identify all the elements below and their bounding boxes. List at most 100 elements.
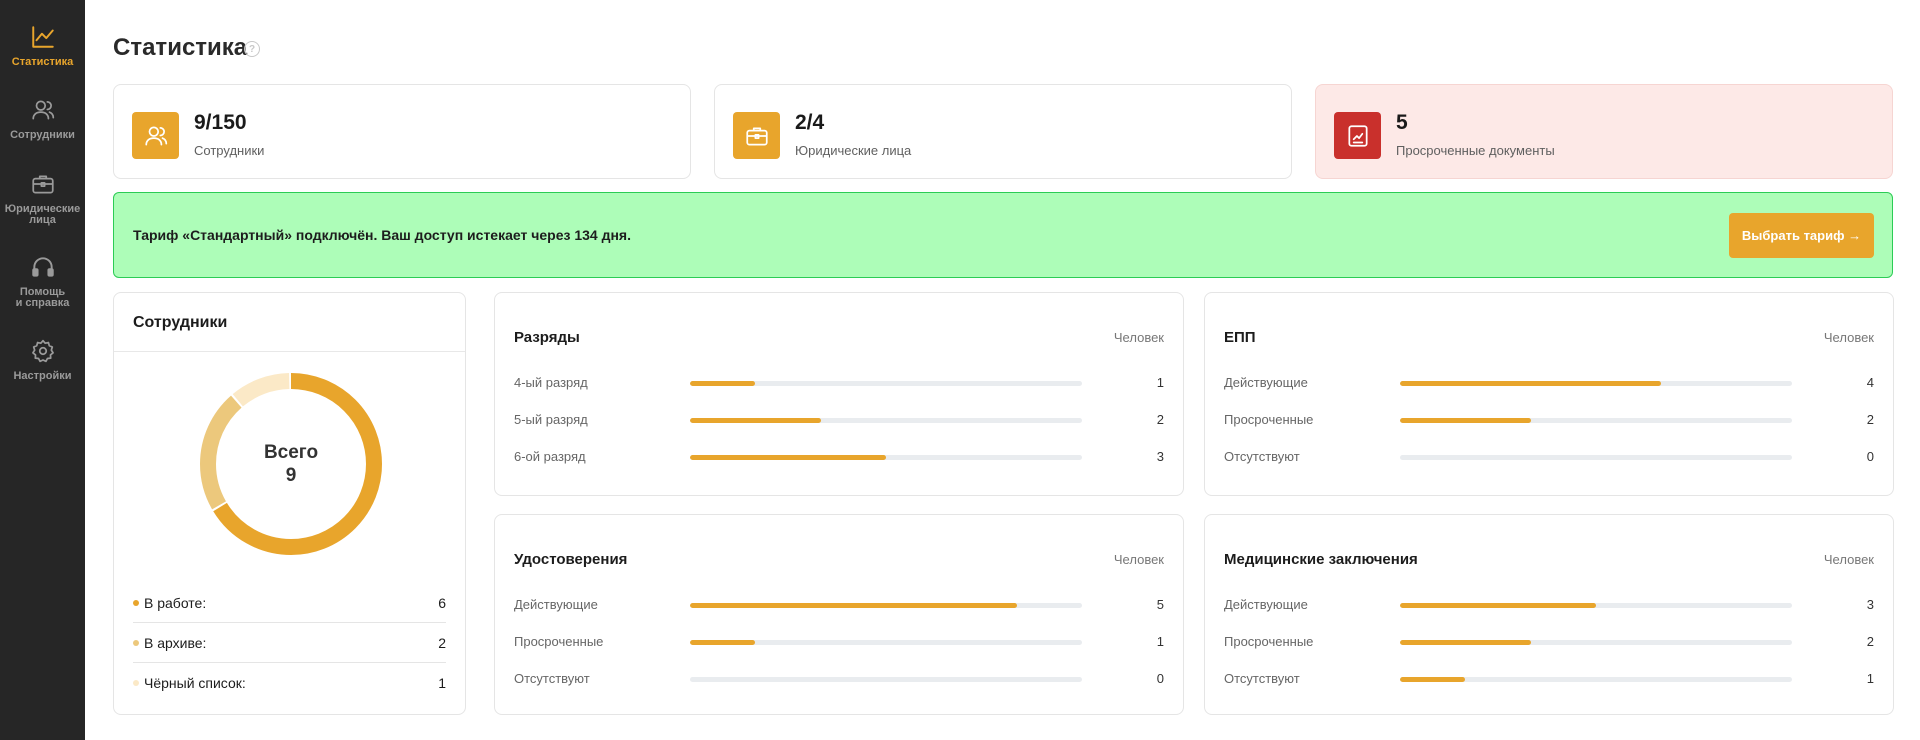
sidebar-item-legal-entities[interactable]: Юридические лица [0,171,85,226]
progress-bar-fill [690,455,886,460]
bar-label: Отсутствуют [1224,449,1300,464]
briefcase-icon [733,112,780,159]
card-unit: Человек [1113,330,1164,345]
progress-bar [1400,418,1792,423]
card-title: Удостоверения [514,551,628,568]
legend-dot [133,599,139,606]
legend-row: В архиве: 2 [133,623,446,663]
stat-value: 2/4 [795,111,825,134]
progress-bar [690,677,1082,682]
progress-bar [690,455,1082,460]
bar-label: Просроченные [514,634,604,649]
bar-label: 4-ый разряд [514,375,588,390]
legend-value: 6 [438,594,446,611]
bar-label: Отсутствуют [514,671,590,686]
progress-bar [1400,677,1792,682]
card-title: Медицинские заключения [1224,551,1418,568]
legend-dot [133,639,139,646]
sidebar-item-label: Помощь и справка [15,286,70,309]
bar-row: Отсутствуют 0 [1224,447,1874,467]
divider [114,351,465,352]
tariff-message: Тариф «Стандартный» подключён. Ваш досту… [133,227,631,243]
bar-row: Действующие 4 [1224,373,1874,393]
bar-row: Действующие 5 [514,595,1164,615]
bar-label: Действующие [1224,597,1308,612]
panel-title: Сотрудники [133,314,228,331]
sidebar-item-label: Юридические лица [4,203,81,226]
progress-bar [1400,455,1792,460]
card-ranks: Разряды Человек 4-ый разряд 1 5-ый разряд 2… [494,292,1184,496]
progress-bar [690,418,1082,423]
legend-value: 1 [438,675,446,691]
sidebar-item-statistics[interactable]: Статистика [0,24,85,68]
gear-icon [31,339,54,363]
bar-value: 2 [1866,412,1874,427]
stat-card-employees[interactable]: 9/150 Сотрудники [113,84,691,179]
card-medical-reports: Медицинские заключения Человек Действующ… [1204,514,1894,715]
stat-value: 9/150 [194,111,247,134]
bar-row: Просроченные 2 [1224,410,1874,430]
bar-label: 6-ой разряд [514,449,586,464]
bar-label: Действующие [514,597,598,612]
bar-row: Отсутствуют 0 [514,669,1164,689]
bar-label: Просроченные [1224,634,1314,649]
choose-tariff-button[interactable]: Выбрать тариф → [1729,213,1874,258]
bar-value: 0 [1156,671,1164,686]
document-alert-icon [1334,112,1381,159]
sidebar-item-employees[interactable]: Сотрудники [0,97,85,141]
progress-bar [1400,640,1792,645]
stat-card-legal-entities[interactable]: 2/4 Юридические лица [714,84,1292,179]
bar-value: 3 [1156,449,1164,464]
bar-row: 4-ый разряд 1 [514,373,1164,393]
progress-bar [1400,381,1792,386]
card-certificates: Удостоверения Человек Действующие 5 Просро… [494,514,1184,715]
sidebar-item-help[interactable]: Помощь и справка [0,254,85,309]
sidebar-item-settings[interactable]: Настройки [0,338,85,382]
card-unit: Человек [1823,552,1874,567]
progress-bar-fill [1400,603,1596,608]
employees-panel: Сотрудники Всего 9 В работе: 6 В архиве: 2 Ч… [113,292,466,715]
bar-label: Действующие [1224,375,1308,390]
card-unit: Человек [1113,552,1164,567]
progress-bar-fill [690,381,756,386]
progress-bar-fill [1400,677,1466,682]
stat-label: Просроченные документы [1396,143,1555,158]
bar-row: Действующие 3 [1224,595,1874,615]
bar-value: 5 [1156,597,1164,612]
sidebar: Статистика Сотрудники Юридические лица П… [0,0,85,740]
legend-label: В архиве: [144,634,207,651]
tariff-banner: Тариф «Стандартный» подключён. Ваш досту… [113,192,1893,278]
card-unit: Человек [1823,330,1874,345]
legend-row: Чёрный список: 1 [133,663,446,703]
progress-bar [690,640,1082,645]
bar-label: Отсутствуют [1224,671,1300,686]
card-title: ЕПП [1224,329,1256,346]
donut-center-label: Всего 9 [198,441,384,487]
card-epp: ЕПП Человек Действующие 4 Просроченные 2 Отс… [1204,292,1894,496]
progress-bar-fill [690,603,1017,608]
bar-value: 0 [1866,449,1874,464]
page-title: Статистика [113,34,248,61]
legend-dot [133,680,139,686]
bar-value: 1 [1156,634,1164,649]
total-label: Всего [263,442,319,463]
bar-row: 5-ый разряд 2 [514,410,1164,430]
legend-label: В работе: [144,594,207,611]
stat-label: Юридические лица [795,143,912,158]
legend-label: Чёрный список: [144,675,246,691]
bar-label: 5-ый разряд [514,412,588,427]
progress-bar-fill [690,640,756,645]
legend-row: В работе: 6 [133,583,446,623]
legend-value: 2 [438,634,446,651]
progress-bar [690,603,1082,608]
bar-row: Просроченные 2 [1224,632,1874,652]
bar-value: 1 [1866,671,1874,686]
sidebar-item-label: Настройки [13,370,72,382]
stat-card-overdue-documents[interactable]: 5 Просроченные документы [1315,84,1893,179]
sidebar-item-label: Статистика [11,56,74,68]
stat-label: Сотрудники [194,143,265,158]
help-icon[interactable]: ? [244,41,260,57]
bar-value: 2 [1156,412,1164,427]
briefcase-icon [31,175,54,194]
progress-bar-fill [1400,381,1662,386]
